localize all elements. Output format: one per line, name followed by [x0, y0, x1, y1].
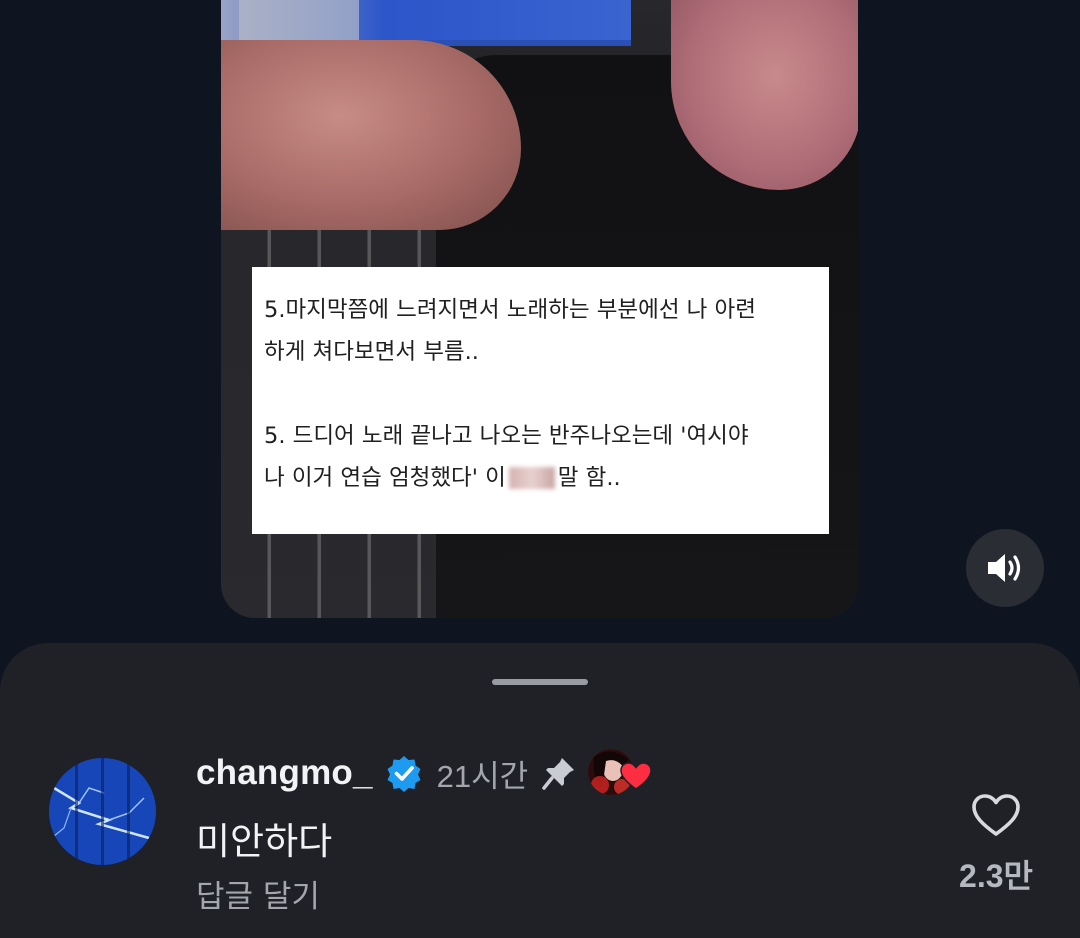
person-arm: [221, 40, 521, 230]
comment-header: changmo_ 21시간: [196, 748, 656, 798]
comment-body: 미안하다: [196, 820, 333, 863]
lightning-avatar-image: [49, 758, 156, 865]
reply-button[interactable]: 답글 달기: [196, 871, 320, 916]
sheet-drag-handle[interactable]: [492, 679, 588, 685]
comment-timestamp: 21시간: [436, 758, 529, 794]
comment-username[interactable]: changmo_: [196, 753, 373, 793]
sound-toggle-button[interactable]: [966, 529, 1044, 607]
pin-icon: [542, 756, 576, 790]
heart-outline-icon[interactable]: [971, 793, 1021, 837]
like-count: 2.3만: [959, 858, 1033, 894]
comments-sheet: changmo_ 21시간 미안하다 답글 달기 2.3만: [0, 643, 1080, 938]
creator-liked-badge: [588, 749, 656, 797]
video-caption-card: 5.마지막쯤에 느려지면서 노래하는 부분에선 나 아련 하게 쳐다보면서 부름…: [252, 267, 829, 534]
video-player[interactable]: 5.마지막쯤에 느려지면서 노래하는 부분에선 나 아련 하게 쳐다보면서 부름…: [221, 0, 858, 618]
comment-like: 2.3만: [950, 793, 1042, 897]
speaker-volume-icon: [988, 554, 1021, 582]
avatar[interactable]: [49, 758, 156, 865]
caption-line-1: 5.마지막쯤에 느려지면서 노래하는 부분에선 나 아련 하게 쳐다보면서 부름…: [264, 297, 756, 365]
caption-line-2-text: 5. 드디어 노래 끝나고 나오는 반주나오는데 '여시야 나 이거 연습 엄청…: [264, 423, 749, 491]
blurred-word: [508, 467, 555, 489]
caption-line-2: 5. 드디어 노래 끝나고 나오는 반주나오는데 '여시야 나 이거 연습 엄청…: [264, 415, 819, 499]
creator-heart-icon: [620, 762, 652, 790]
caption-line-2-tail: 말 함..: [557, 465, 621, 491]
verified-badge-icon: [385, 754, 423, 792]
